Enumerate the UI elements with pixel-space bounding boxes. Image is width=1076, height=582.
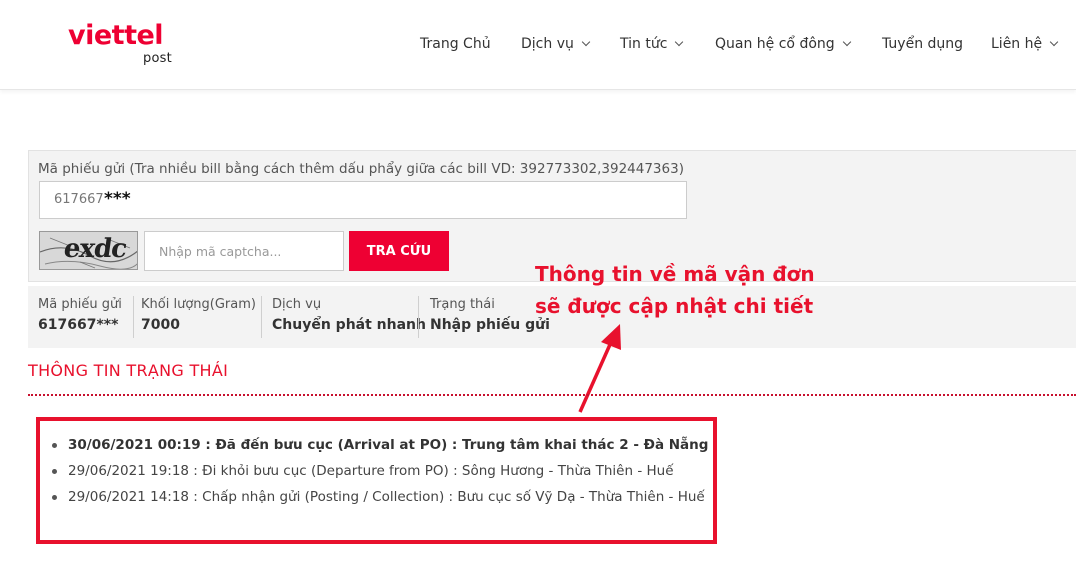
status-section-title: THÔNG TIN TRẠNG THÁI [28,361,229,380]
status-event-item: 29/06/2021 14:18 : Chấp nhận gửi (Postin… [50,488,708,514]
section-divider [28,394,1076,396]
status-event-item: 30/06/2021 00:19 : Đã đến bưu cục (Arriv… [50,436,708,462]
status-event-list: 30/06/2021 00:19 : Đã đến bưu cục (Arriv… [50,436,708,514]
status-event-item: 29/06/2021 19:18 : Đi khỏi bưu cục (Depa… [50,462,708,488]
